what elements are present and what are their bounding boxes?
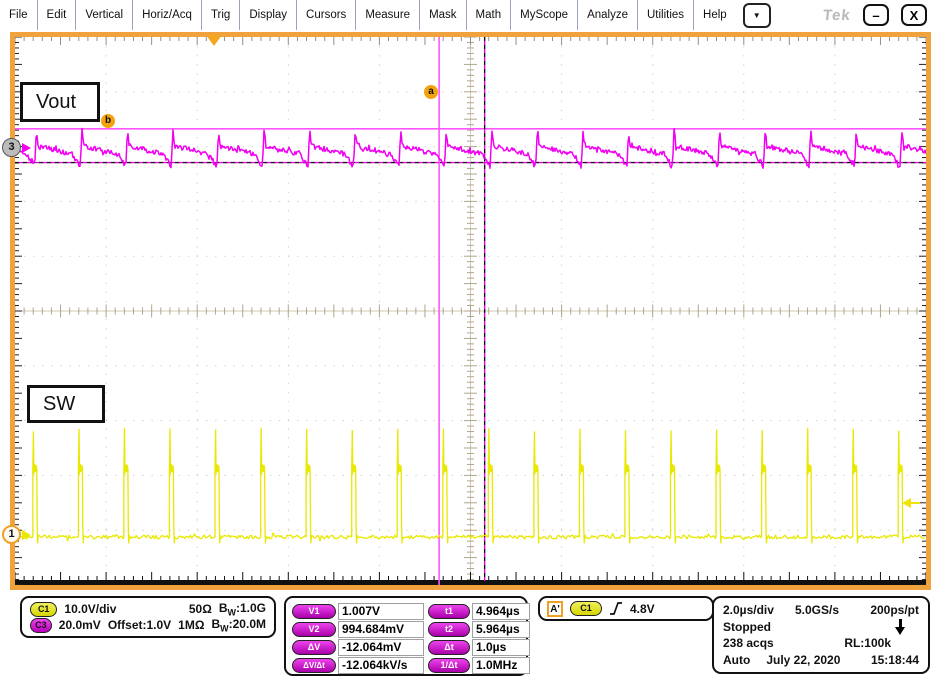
dv-dt-value: -12.064kV/s [338, 657, 424, 674]
channel3-arrow-icon [22, 143, 31, 153]
menu-item-analyze[interactable]: Analyze [578, 0, 638, 30]
vout-annotation-label: Vout [20, 82, 100, 122]
v2-value: 994.684mV [338, 621, 424, 638]
menu-item-trig[interactable]: Trig [202, 0, 240, 30]
oscilloscope-screen: { "menu": { "items": ["File","Edit","Ver… [0, 0, 937, 679]
window-controls: Tek – X [823, 0, 937, 30]
rising-edge-icon [609, 601, 623, 616]
menu-overflow-button[interactable]: ▼ [743, 3, 771, 28]
minimize-button[interactable]: – [863, 4, 889, 26]
menu-item-math[interactable]: Math [467, 0, 512, 30]
trigger-position-marker[interactable] [206, 35, 222, 46]
menu-item-mask[interactable]: Mask [420, 0, 466, 30]
scope-display-frame: Vout SW a b 3 1 [10, 32, 931, 590]
ch3-scale: 20.0mV [59, 618, 101, 632]
channel1-badge: 1 [2, 525, 21, 544]
acquisition-state: Stopped [723, 620, 771, 634]
ch3-offset: Offset:1.0V [108, 618, 171, 632]
ch1-bandwidth: BW:1.0G [219, 601, 266, 617]
trigger-level-value: 4.8V [630, 602, 655, 616]
menu-item-edit[interactable]: Edit [38, 0, 77, 30]
v1-badge[interactable]: V1 [292, 604, 336, 619]
channel3-ground-marker[interactable]: 3 [2, 138, 31, 157]
tek-logo: Tek [822, 7, 852, 24]
inv-dt-badge[interactable]: 1/Δt [428, 658, 470, 673]
t2-badge[interactable]: t2 [428, 622, 470, 637]
t1-value: 4.964µs [472, 603, 530, 620]
menu-item-display[interactable]: Display [240, 0, 297, 30]
menu-item-measure[interactable]: Measure [356, 0, 420, 30]
channel-settings-panel: C1 10.0V/div 50Ω BW:1.0G C3 20.0mV Offse… [20, 596, 276, 638]
trigger-level-arrow-tail [911, 502, 920, 504]
menu-item-cursors[interactable]: Cursors [297, 0, 356, 30]
sample-resolution: 200ps/pt [870, 603, 919, 617]
ch3-bandwidth: BW:20.0M [211, 617, 266, 633]
dv-dt-badge[interactable]: ΔV/Δt [292, 658, 336, 673]
cursor-readout-panel: V1 1.007V t1 4.964µs V2 994.684mV t2 5.9… [284, 596, 528, 676]
menu-item-utilities[interactable]: Utilities [638, 0, 694, 30]
trigger-source-badge[interactable]: C1 [570, 601, 602, 616]
channel3-badge: 3 [2, 138, 21, 157]
menu-item-vertical[interactable]: Vertical [76, 0, 133, 30]
cursor-b-handle[interactable]: b [101, 114, 115, 128]
v2-badge[interactable]: V2 [292, 622, 336, 637]
acquisition-count: 238 acqs [723, 636, 774, 650]
stopped-arrow-icon [895, 619, 906, 635]
trigger-mode: Auto [723, 653, 750, 667]
sample-rate: 5.0GS/s [795, 603, 839, 617]
ch1-impedance: 50Ω [189, 602, 212, 616]
ch3-impedance: 1MΩ [178, 618, 204, 632]
v1-value: 1.007V [338, 603, 424, 620]
ch3-settings-badge[interactable]: C3 [30, 618, 52, 633]
menu-item-myscope[interactable]: MyScope [511, 0, 578, 30]
trigger-level-arrow[interactable] [902, 498, 920, 508]
trigger-level-arrow-head [902, 498, 911, 508]
menu-item-file[interactable]: File [0, 0, 38, 30]
delta-v-badge[interactable]: ΔV [292, 640, 336, 655]
channel1-ground-marker[interactable]: 1 [2, 525, 31, 544]
delta-t-badge[interactable]: Δt [428, 640, 470, 655]
t1-badge[interactable]: t1 [428, 604, 470, 619]
trigger-a-badge[interactable]: A' [547, 601, 563, 617]
delta-t-value: 1.0µs [472, 639, 530, 656]
t2-value: 5.964µs [472, 621, 530, 638]
sw-annotation-label: SW [27, 385, 105, 423]
timebase-scale: 2.0µs/div [723, 603, 795, 617]
cursor-a-handle[interactable]: a [424, 85, 438, 99]
waveform-display[interactable] [15, 37, 926, 585]
menu-item-horiz-acq[interactable]: Horiz/Acq [133, 0, 202, 30]
menu-bar: File Edit Vertical Horiz/Acq Trig Displa… [0, 0, 937, 30]
delta-v-value: -12.064mV [338, 639, 424, 656]
ch1-scale: 10.0V/div [64, 602, 181, 616]
time-display: 15:18:44 [871, 653, 919, 667]
sw-annotation-text: SW [43, 393, 75, 416]
chevron-down-icon: ▼ [753, 11, 761, 20]
record-length: RL:100k [844, 636, 891, 650]
timebase-panel: 2.0µs/div 5.0GS/s 200ps/pt Stopped 238 a… [712, 596, 930, 674]
channel1-arrow-icon [22, 530, 31, 540]
menu-item-help[interactable]: Help [694, 0, 736, 30]
ch1-settings-badge[interactable]: C1 [30, 602, 57, 617]
trigger-panel: A' C1 4.8V [538, 596, 714, 621]
inv-dt-value: 1.0MHz [472, 657, 530, 674]
vout-annotation-text: Vout [36, 91, 76, 114]
close-button[interactable]: X [901, 4, 927, 26]
date-display: July 22, 2020 [766, 653, 840, 667]
